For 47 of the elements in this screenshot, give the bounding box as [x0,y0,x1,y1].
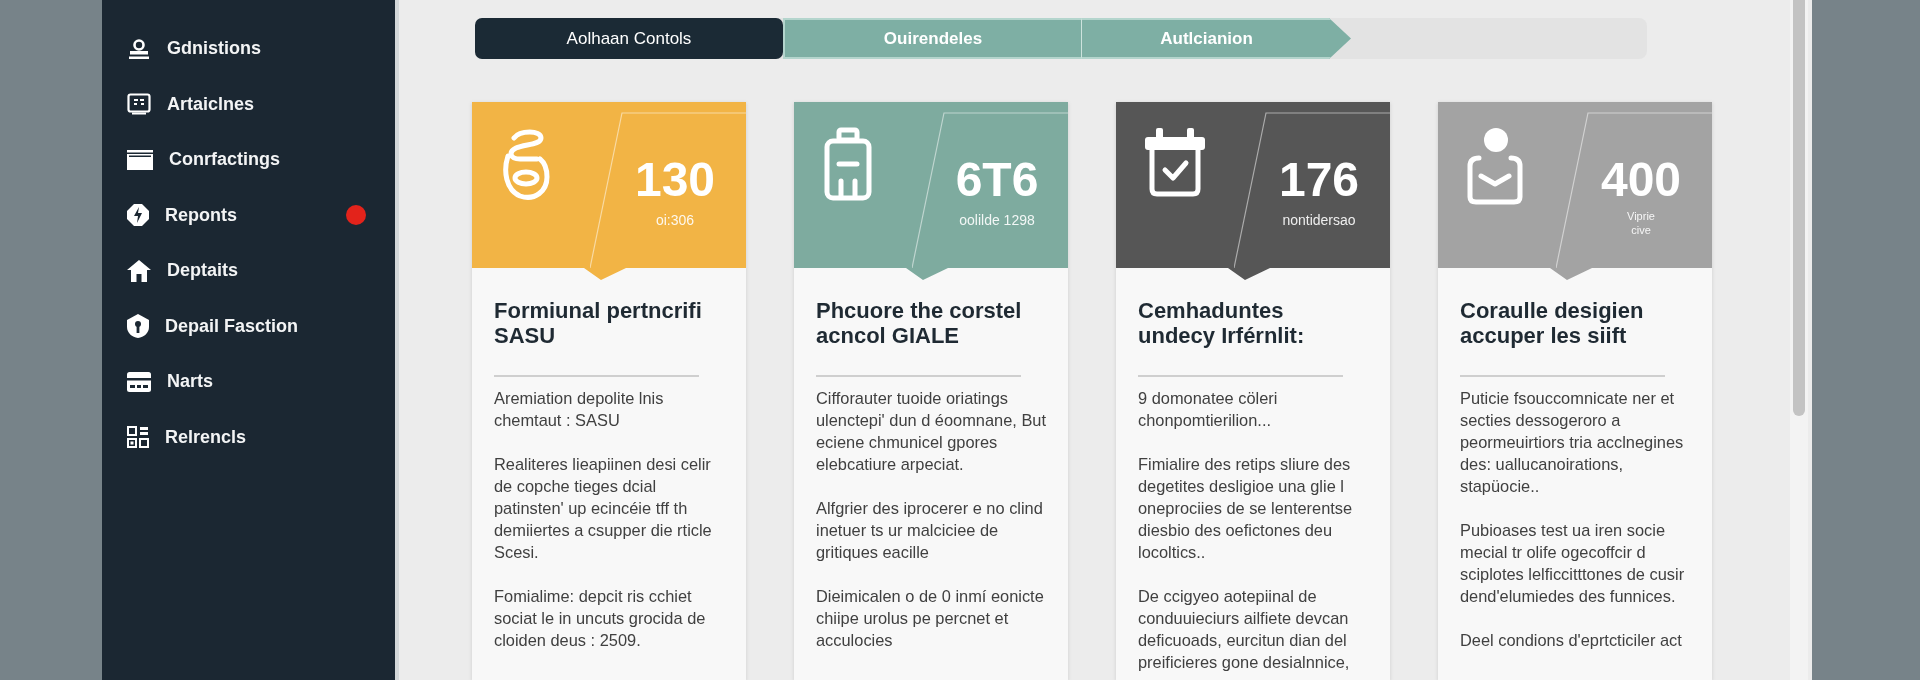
card-paragraph: Cifforauter tuoide oriatings ulenctepi' dun d éoomnane, But eciene chmunicel gpores elebcatiure arpeciat. [816,387,1048,475]
stat-caption: cive [1631,223,1651,237]
folder-icon [127,148,153,171]
person-tray-icon [1466,127,1524,205]
stat-caption: oi:306 [655,212,695,228]
sidebar-item[interactable]: Depail Fasction [102,298,395,354]
house-icon [127,259,151,282]
stat-value: 176 [1278,153,1360,207]
card-paragraph: De ccigyeo aotepiinal de conduuieciurs ailfiete devcan deficuoads, eurcitun dian del preificieres gone desialnnice, [1138,585,1351,673]
bottle-icon [822,127,874,201]
card-title: Cemhaduntes undecy Irférnlit: [1138,298,1306,348]
monitor-icon [127,93,151,116]
card-title: Formiunal pertncrifi SASU [494,298,703,348]
sidebar-item[interactable]: Gdnistions [102,21,395,77]
card-paragraph: Deel condions d'eprtcticiler act [1460,629,1683,651]
stat-caption: Viprie [1627,209,1655,223]
stat-value: 130 [634,153,716,207]
stat-caption: nontidersao [1282,212,1356,228]
card-paragraph: Realiteres lieapiinen desi celir de copche tieges dcial patinsten' up ecincéie tff th demiiertes a csupper die rticle Scesi. [494,453,713,563]
calendar-check-icon [1144,127,1206,197]
card-paragraph: Fimialire des retips sliure des degetites desligioe una glie l oneprociies de se lenterentse diesbio des oefictones deu locoltics.. [1138,453,1354,563]
card-title: Coraulle desigien accuper les siift [1460,298,1645,348]
step-tab[interactable]: Aolhaan Contols [475,18,783,59]
shield-keyhole-icon [127,314,149,339]
sidebar-item[interactable]: Artaiclnes [102,76,395,132]
card-paragraph: Alfgrier des iprocerer e no clind inetuer ts ur malciciee de gritiques eacille [816,497,1044,563]
stat-value: 400 [1600,153,1682,207]
card-paragraph: Fomialime: depcit ris cchiet sociat le in uncuts grocida de cloiden deus : 2509. [494,585,707,651]
card-paragraph: Dieimicalen o de 0 inmí eonicte chiipe urolus pe percnet et acculocies [816,585,1045,651]
coil-icon [500,127,552,201]
sidebar-item[interactable]: Relrencls [102,409,395,465]
bolt-badge-icon [127,204,149,227]
stat-caption: oolilde 1298 [959,212,1035,228]
sidebar-item[interactable]: Reponts [102,187,395,243]
card-paragraph: Aremiation depolite lnis chemtaut : SASU [494,387,665,431]
sidebar-item[interactable]: Deptaits [102,243,395,299]
card-paragraph: Pubioases test ua iren socie mecial tr olife ogecoffcir d sciplotes lelficcitttones de cusir dend'elumiedes des funnices. [1460,519,1686,607]
stat-value: 6T6 [955,153,1039,207]
scrollbar-thumb[interactable] [1793,0,1805,416]
user-icon [127,37,151,60]
sidebar-item[interactable]: Narts [102,354,395,410]
card-paragraph: 9 domonatee cöleri chonpomtierilion... [1138,387,1279,431]
card-icon [127,370,151,393]
card-title: Phcuore the corstel acncol GIALE [816,298,1023,348]
card-paragraph: Puticie fsouccomnicate ner et secties dessogeroro a peormeuirtiors tria acclnegines des: uallucanoirations, stapüocie.. [1460,387,1685,497]
sidebar-item[interactable]: Conrfactings [102,132,395,188]
grid-icon [127,426,149,449]
